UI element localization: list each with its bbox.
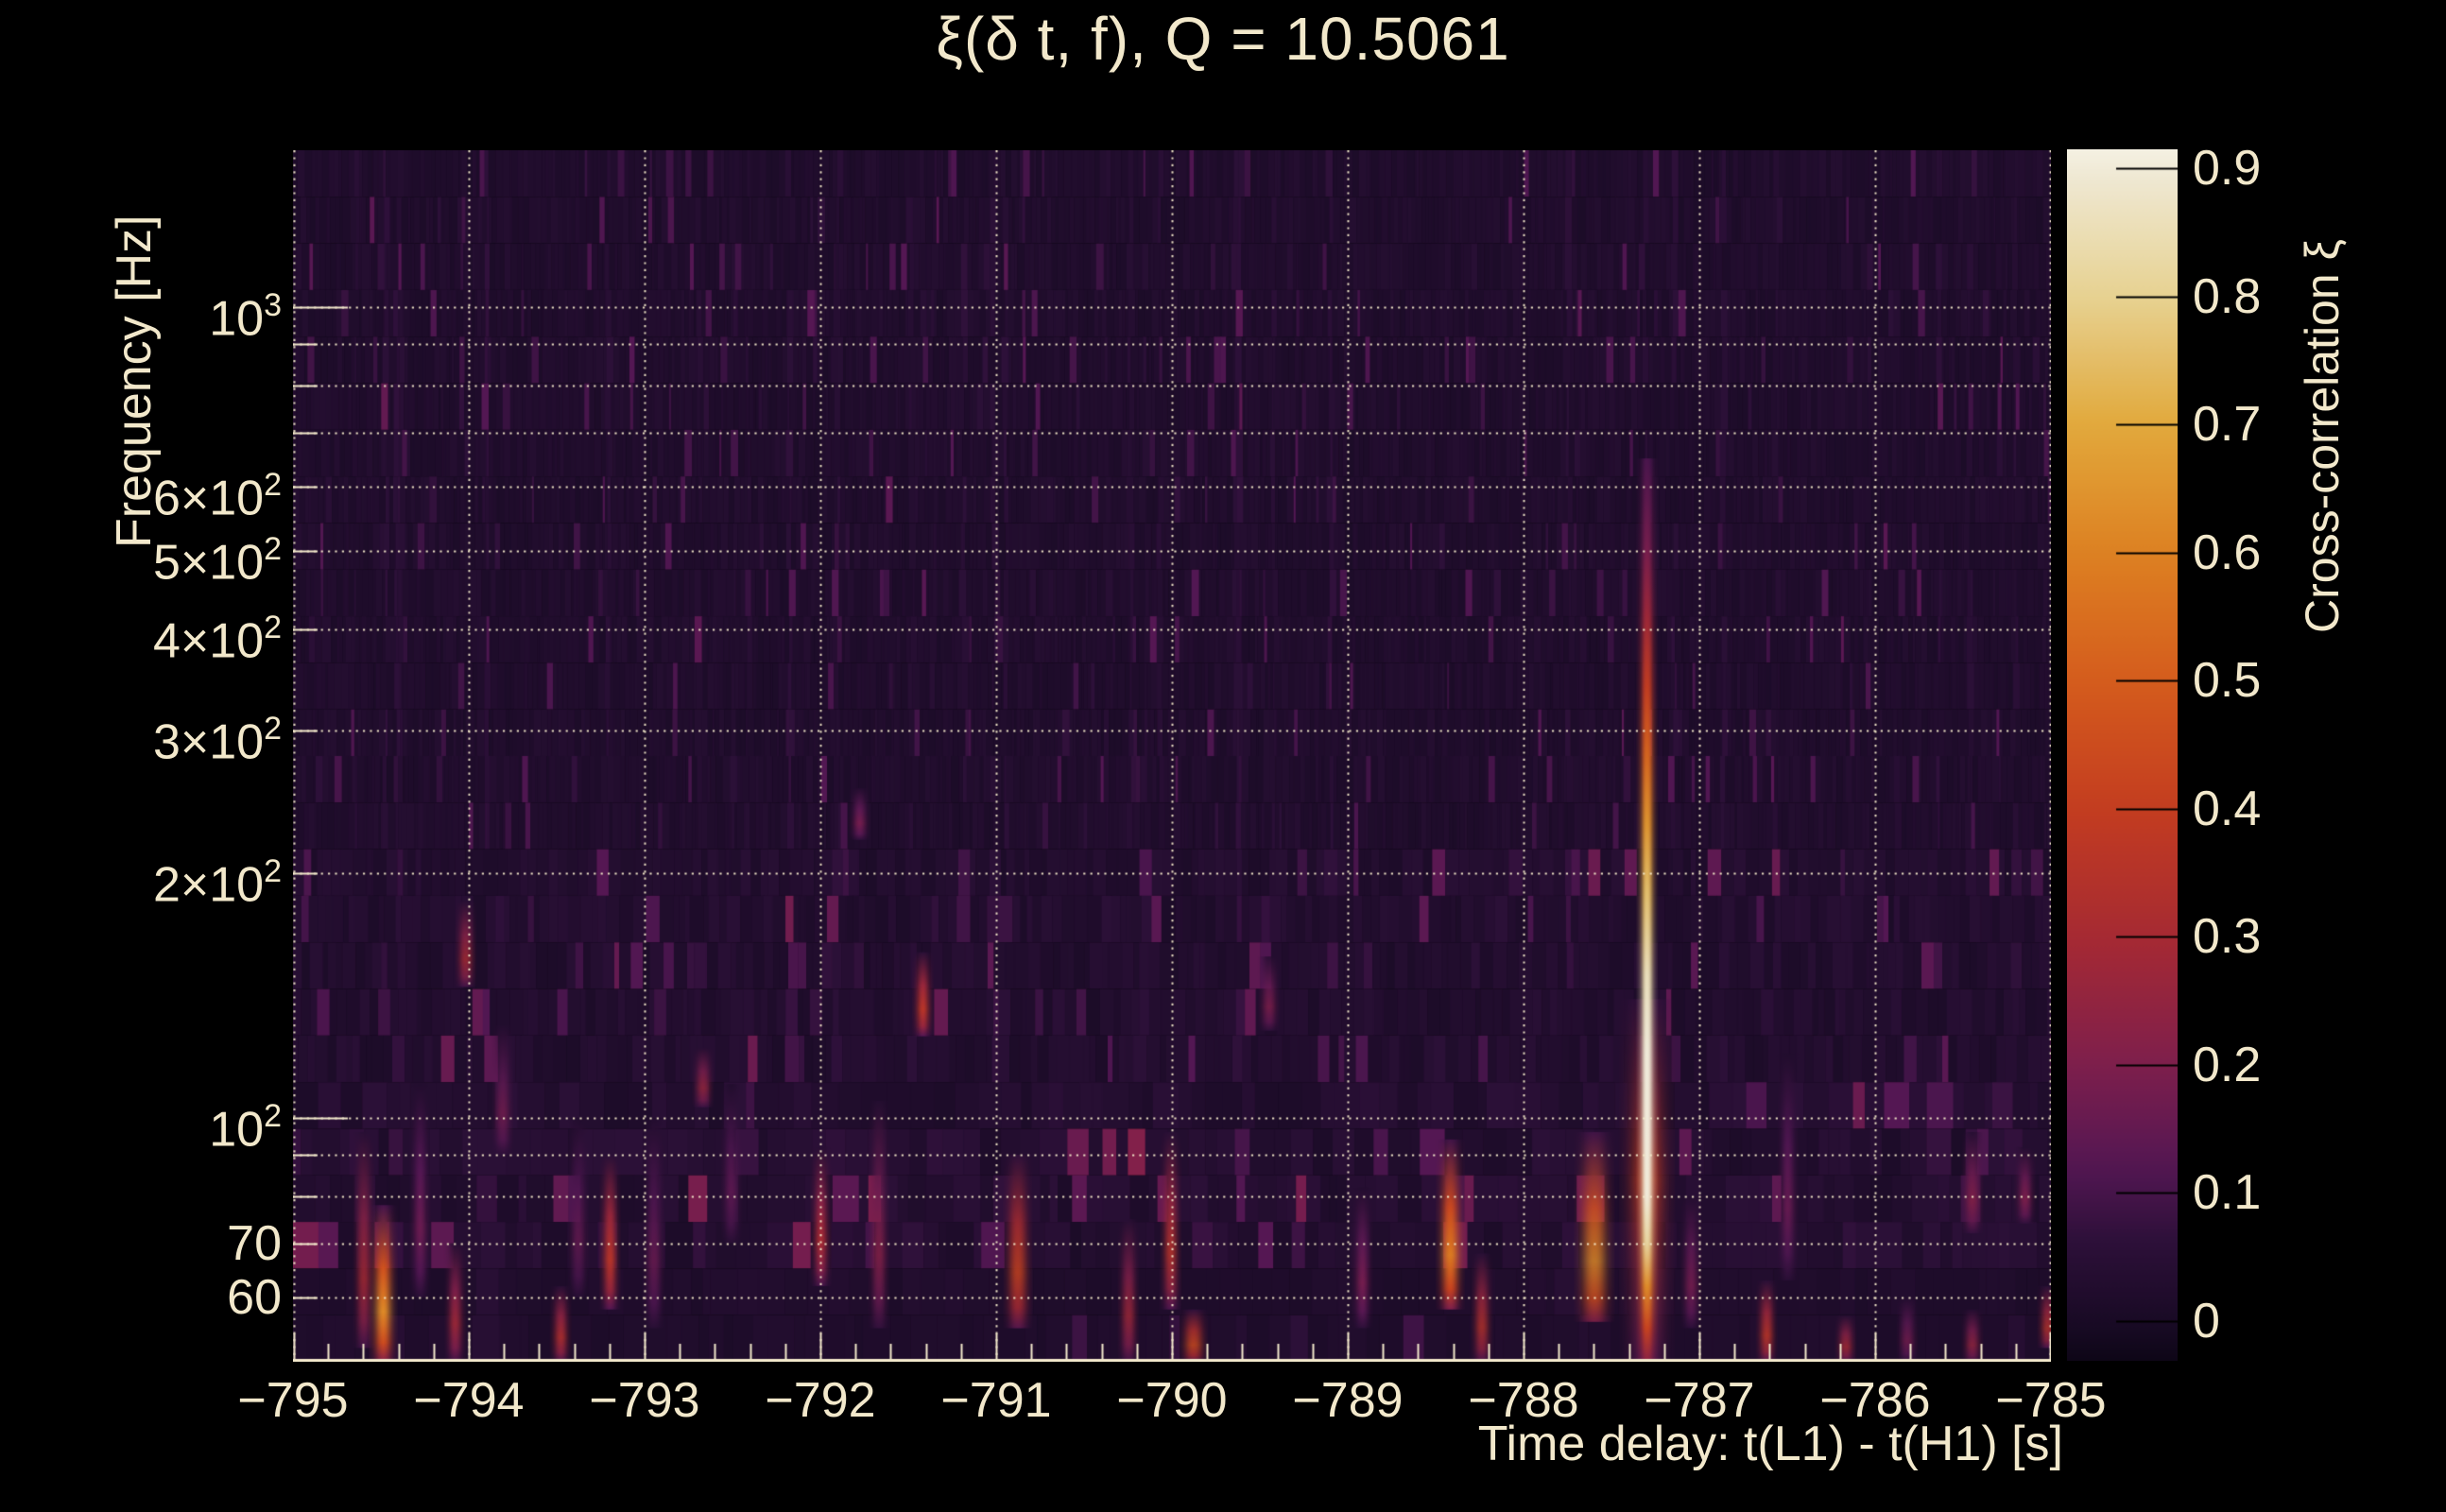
colorbar-tick-label: 0.1 bbox=[2193, 1165, 2262, 1221]
x-axis-title: Time delay: t(L1) - t(H1) [s] bbox=[1477, 1417, 2063, 1471]
y-tick-label: 2×102 bbox=[152, 853, 282, 913]
y-tick-label: 4×102 bbox=[152, 610, 282, 669]
spectrogram-heatmap bbox=[293, 150, 2051, 1362]
y-tick-label: 103 bbox=[209, 286, 282, 347]
colorbar bbox=[2067, 149, 2178, 1361]
x-tick-label: −794 bbox=[413, 1373, 525, 1428]
x-tick-label: −791 bbox=[940, 1373, 1052, 1428]
y-tick-label: 102 bbox=[209, 1097, 282, 1158]
y-tick-label: 3×102 bbox=[152, 711, 282, 770]
x-tick-label: −793 bbox=[589, 1373, 700, 1428]
x-tick-label: −792 bbox=[765, 1373, 876, 1428]
colorbar-tick-label: 0.5 bbox=[2193, 653, 2262, 709]
y-tick-label: 70 bbox=[227, 1215, 282, 1271]
y-tick-label: 6×102 bbox=[152, 467, 282, 526]
colorbar-title: Cross-correlation ξ bbox=[2296, 239, 2349, 633]
page-title: ξ(δ t, f), Q = 10.5061 bbox=[936, 5, 1510, 73]
y-tick-label: 5×102 bbox=[152, 530, 282, 591]
colorbar-tick-label: 0 bbox=[2193, 1293, 2220, 1349]
y-tick-label: 60 bbox=[227, 1270, 282, 1326]
x-tick-label: −795 bbox=[237, 1373, 349, 1428]
qscan-figure: ξ(δ t, f), Q = 10.5061 Frequency [Hz] −7… bbox=[0, 0, 2446, 1512]
colorbar-tick-label: 0.4 bbox=[2193, 781, 2262, 836]
colorbar-tick-label: 0.3 bbox=[2193, 909, 2262, 965]
colorbar-tick-label: 0.2 bbox=[2193, 1037, 2262, 1092]
